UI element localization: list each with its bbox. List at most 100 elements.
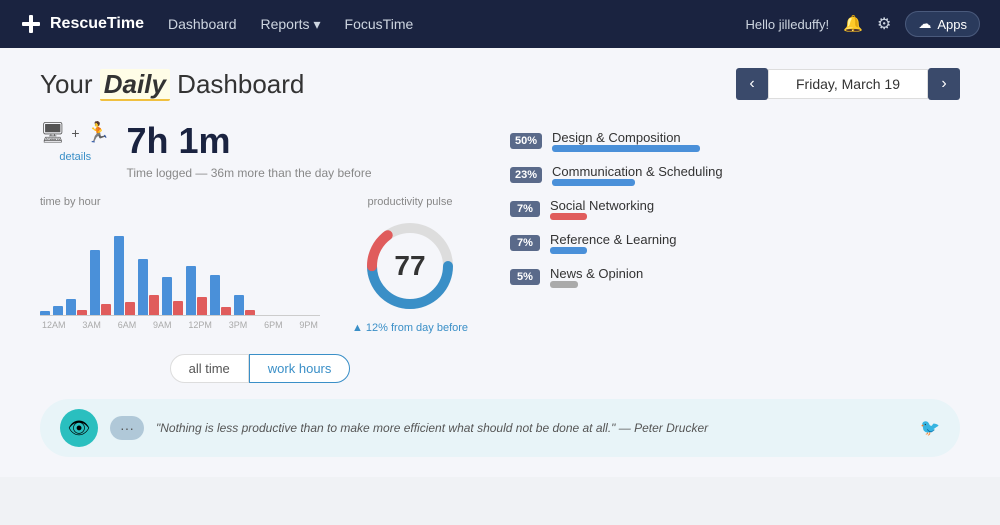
time-toggle: all time work hours bbox=[40, 354, 480, 383]
apps-button[interactable]: ☁ Apps bbox=[905, 11, 980, 37]
bar-group bbox=[186, 266, 207, 316]
category-bar bbox=[550, 247, 587, 254]
category-name: Social Networking bbox=[550, 198, 735, 213]
page-title: Your Daily Dashboard bbox=[40, 69, 304, 100]
category-name: Design & Composition bbox=[552, 130, 737, 145]
bar-red bbox=[173, 301, 183, 315]
main-grid: 🖥 + 🏃 details 7h 1m Time logged — 36m mo… bbox=[40, 120, 960, 383]
category-row: 7% Reference & Learning bbox=[510, 232, 960, 254]
date-navigator: ‹ Friday, March 19 › bbox=[736, 68, 960, 100]
bar-red bbox=[245, 310, 255, 315]
category-percent: 50% bbox=[510, 133, 542, 149]
category-name: Reference & Learning bbox=[550, 232, 735, 247]
header-row: Your Daily Dashboard ‹ Friday, March 19 … bbox=[40, 68, 960, 100]
bar-blue bbox=[186, 266, 196, 316]
bar-group bbox=[114, 236, 135, 315]
bar-blue bbox=[90, 250, 100, 315]
bar-red bbox=[149, 295, 159, 315]
nav-link-reports[interactable]: Reports ▾ bbox=[260, 16, 320, 33]
chevron-down-icon: ▾ bbox=[314, 16, 321, 33]
bar-blue bbox=[162, 277, 172, 315]
nav-user-greeting: Hello jilleduffy! bbox=[746, 17, 830, 32]
left-panel: 🖥 + 🏃 details 7h 1m Time logged — 36m mo… bbox=[40, 120, 480, 383]
bar-red bbox=[221, 307, 231, 315]
brand-logo[interactable]: RescueTime bbox=[20, 13, 144, 35]
nav-link-focustime[interactable]: FocusTime bbox=[345, 16, 414, 32]
bar-blue bbox=[234, 295, 244, 315]
pulse-change: ▲ 12% from day before bbox=[340, 322, 480, 334]
bar-chart-section: time by hour 12AM 3AM 6AM 9AM 12PM 3PM 6… bbox=[40, 196, 320, 330]
pulse-value: 77 bbox=[394, 250, 425, 282]
total-time: 7h 1m bbox=[126, 120, 371, 162]
bar-group bbox=[66, 299, 87, 315]
category-bar-wrap bbox=[550, 281, 735, 288]
category-row: 5%News & Opinion bbox=[510, 266, 960, 288]
quote-bar: 👁 ··· "Nothing is less productive than t… bbox=[40, 399, 960, 457]
category-bar bbox=[550, 281, 578, 288]
eye-icon: 👁 bbox=[68, 418, 91, 439]
bar-chart bbox=[40, 216, 320, 316]
nav-link-dashboard[interactable]: Dashboard bbox=[168, 16, 237, 32]
quote-text: "Nothing is less productive than to make… bbox=[156, 421, 908, 435]
twitter-icon[interactable]: 🐦 bbox=[920, 418, 940, 438]
cloud-icon: ☁ bbox=[918, 16, 931, 32]
monitor-icon: 🖥 bbox=[40, 120, 65, 145]
bar-group bbox=[234, 295, 255, 315]
category-row: 50% Design & Composition bbox=[510, 130, 960, 152]
category-bar-wrap bbox=[552, 145, 737, 152]
bar-blue bbox=[114, 236, 124, 315]
stats-row: 🖥 + 🏃 details 7h 1m Time logged — 36m mo… bbox=[40, 120, 480, 180]
category-percent: 23% bbox=[510, 167, 542, 183]
bar-group bbox=[40, 311, 50, 316]
brand-name: RescueTime bbox=[50, 15, 144, 33]
category-bar-wrap bbox=[550, 213, 735, 220]
bar-blue bbox=[138, 259, 148, 315]
category-row: 23% Communication & Scheduling bbox=[510, 164, 960, 186]
category-row: 7% Social Networking bbox=[510, 198, 960, 220]
bar-group bbox=[53, 306, 63, 315]
right-panel: 50% Design & Composition 23% Communication … bbox=[510, 120, 960, 383]
eye-button[interactable]: 👁 bbox=[60, 409, 98, 447]
bar-blue bbox=[53, 306, 63, 315]
bar-chart-label: time by hour bbox=[40, 196, 320, 208]
bar-red bbox=[101, 304, 111, 315]
category-bar bbox=[552, 179, 635, 186]
charts-row: time by hour 12AM 3AM 6AM 9AM 12PM 3PM 6… bbox=[40, 196, 480, 334]
category-bar bbox=[550, 213, 587, 220]
bar-group bbox=[162, 277, 183, 315]
content-area: Your Daily Dashboard ‹ Friday, March 19 … bbox=[0, 48, 1000, 477]
tools-icon[interactable]: ⚙ bbox=[877, 14, 891, 34]
category-percent: 7% bbox=[510, 235, 540, 251]
brand-icon bbox=[20, 13, 42, 35]
details-link[interactable]: details bbox=[59, 151, 91, 163]
navbar: RescueTime Dashboard Reports ▾ FocusTime… bbox=[0, 0, 1000, 48]
category-bar-wrap bbox=[550, 247, 735, 254]
next-date-button[interactable]: › bbox=[928, 68, 960, 100]
category-name: News & Opinion bbox=[550, 266, 735, 281]
bar-red bbox=[197, 297, 207, 315]
category-bar-wrap bbox=[552, 179, 737, 186]
pulse-section: productivity pulse 77 ▲ 12% from day bef bbox=[340, 196, 480, 334]
category-percent: 7% bbox=[510, 201, 540, 217]
category-name: Communication & Scheduling bbox=[552, 164, 737, 179]
work-hours-button[interactable]: work hours bbox=[249, 354, 351, 383]
bar-blue bbox=[210, 275, 220, 316]
nav-right: Hello jilleduffy! 🔔 ⚙ ☁ Apps bbox=[746, 11, 981, 37]
all-time-button[interactable]: all time bbox=[170, 354, 249, 383]
person-icon: 🏃 bbox=[86, 120, 111, 145]
time-subtitle: Time logged — 36m more than the day befo… bbox=[126, 166, 371, 180]
stats-icons: 🖥 + 🏃 details bbox=[40, 120, 110, 163]
bar-blue bbox=[66, 299, 76, 315]
bar-red bbox=[77, 310, 87, 315]
donut-chart: 77 bbox=[360, 216, 460, 316]
prev-date-button[interactable]: ‹ bbox=[736, 68, 768, 100]
time-labels: 12AM 3AM 6AM 9AM 12PM 3PM 6PM 9PM bbox=[40, 320, 320, 330]
bar-red bbox=[125, 302, 135, 315]
bar-blue bbox=[40, 311, 50, 316]
bar-group bbox=[210, 275, 231, 316]
bell-icon[interactable]: 🔔 bbox=[843, 14, 863, 34]
bar-group bbox=[138, 259, 159, 315]
title-daily: Daily bbox=[100, 69, 170, 101]
bar-group bbox=[90, 250, 111, 315]
dots-button[interactable]: ··· bbox=[110, 416, 144, 440]
